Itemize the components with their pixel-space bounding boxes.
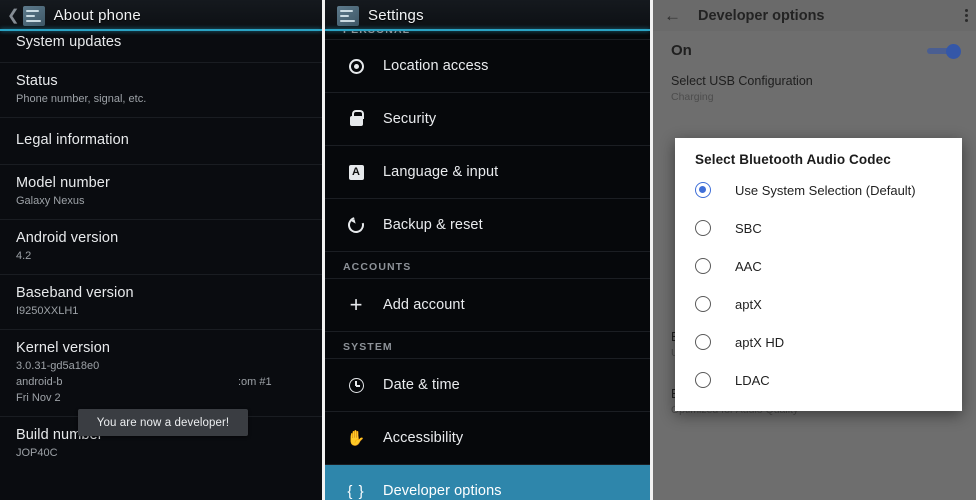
list-item-subtitle: Phone number, signal, etc.	[16, 93, 147, 105]
language-icon: A	[343, 164, 369, 180]
page-title: About phone	[53, 7, 141, 24]
select-bluetooth-audio-codec-dialog: Select Bluetooth Audio Codec Use System …	[675, 138, 962, 411]
radio-button-icon[interactable]	[695, 372, 711, 388]
clock-icon	[343, 377, 369, 393]
list-item-title: System updates	[16, 34, 122, 50]
settings-action-bar: Settings	[325, 0, 650, 31]
sidebar-item-developer-options[interactable]: { } Developer options	[325, 465, 650, 500]
sidebar-item-label: Backup & reset	[383, 217, 483, 233]
backup-reset-icon	[343, 214, 369, 236]
radio-button-icon[interactable]	[695, 220, 711, 236]
list-item-subtitle: 3.0.31-gd5a18e0	[16, 360, 100, 372]
toast-message: You are now a developer!	[96, 416, 230, 429]
lock-icon	[343, 110, 369, 126]
developer-toast: You are now a developer!	[78, 409, 248, 436]
radio-option-label: LDAC	[735, 372, 770, 388]
sidebar-item-label: Security	[383, 111, 437, 127]
braces-icon: { }	[347, 482, 365, 500]
sidebar-item-language-input[interactable]: A Language & input	[325, 146, 650, 199]
page-title: Settings	[368, 7, 424, 24]
page-title: Developer options	[698, 7, 825, 24]
sidebar-item-add-account[interactable]: + Add account	[325, 279, 650, 332]
radio-button-icon[interactable]	[695, 296, 711, 312]
hand-icon: ✋	[346, 429, 366, 447]
kernel-build-line: android-b :om #1	[16, 375, 308, 390]
kernel-date-line: Fri Nov 2	[16, 392, 61, 404]
list-item-title: Model number	[16, 175, 110, 191]
developer-options-app-bar: ← Developer options	[653, 0, 976, 31]
about-phone-action-bar: ❮ About phone	[0, 0, 322, 31]
radio-button-icon[interactable]	[695, 334, 711, 350]
radio-option-label: SBC	[735, 220, 762, 236]
plus-icon: +	[349, 292, 363, 317]
list-item-subtitle: 4.2	[16, 250, 32, 262]
location-icon	[343, 58, 369, 74]
list-item-subtitle: Galaxy Nexus	[16, 195, 85, 207]
about-phone-panel: ❮ About phone System updates Status Phon…	[0, 0, 322, 500]
developer-options-body: On Select USB Configuration Charging Blu…	[653, 31, 976, 500]
radio-option-use-system-selection[interactable]: Use System Selection (Default)	[675, 171, 962, 209]
screenshot-stage: ❮ About phone System updates Status Phon…	[0, 0, 976, 500]
settings-app-icon	[337, 5, 359, 26]
list-item-model-number[interactable]: Model number Galaxy Nexus	[0, 165, 322, 220]
sidebar-item-label: Developer options	[383, 483, 502, 499]
radio-option-label: aptX	[735, 296, 762, 312]
list-item-subtitle: Charging	[671, 91, 714, 103]
overflow-menu-icon[interactable]	[965, 9, 968, 22]
radio-option-ldac[interactable]: LDAC	[675, 361, 962, 399]
developer-options-master-toggle-row[interactable]: On	[653, 31, 976, 70]
sidebar-item-label: Accessibility	[383, 430, 464, 446]
radio-option-sbc[interactable]: SBC	[675, 209, 962, 247]
settings-app-icon	[22, 5, 45, 26]
list-item-title: Kernel version	[16, 340, 111, 356]
sidebar-item-label: Date & time	[383, 377, 460, 393]
sidebar-item-backup-reset[interactable]: Backup & reset	[325, 199, 650, 252]
radio-button-icon[interactable]	[695, 258, 711, 274]
radio-button-selected-icon[interactable]	[695, 182, 711, 198]
sidebar-item-security[interactable]: Security	[325, 93, 650, 146]
list-item-subtitle: JOP40C	[16, 447, 58, 459]
settings-list: PERSONAL Location access Security A Lang…	[325, 31, 650, 500]
sidebar-item-label: Language & input	[383, 164, 499, 180]
list-item-kernel-version[interactable]: Kernel version 3.0.31-gd5a18e0 android-b…	[0, 330, 322, 417]
radio-option-label: AAC	[735, 258, 762, 274]
radio-option-aptx-hd[interactable]: aptX HD	[675, 323, 962, 361]
list-item-select-usb-configuration[interactable]: Select USB Configuration Charging	[653, 70, 976, 105]
list-item-title: Baseband version	[16, 285, 134, 301]
list-item-legal-information[interactable]: Legal information	[0, 118, 322, 165]
kernel-build-right: :om #1	[238, 376, 272, 388]
list-item-subtitle: I9250XXLH1	[16, 305, 79, 317]
dialog-title: Select Bluetooth Audio Codec	[695, 152, 891, 167]
about-phone-list: System updates Status Phone number, sign…	[0, 31, 322, 471]
radio-option-label: Use System Selection (Default)	[735, 182, 916, 198]
radio-option-aptx[interactable]: aptX	[675, 285, 962, 323]
back-chevron-icon[interactable]: ❮	[7, 8, 20, 23]
section-header-label: PERSONAL	[343, 31, 410, 36]
list-item-status[interactable]: Status Phone number, signal, etc.	[0, 63, 322, 118]
section-header-accounts: ACCOUNTS	[325, 252, 650, 279]
list-item-title: Legal information	[16, 132, 129, 148]
sidebar-item-label: Location access	[383, 58, 489, 74]
kernel-build-left: android-b	[16, 376, 63, 388]
list-item-baseband-version[interactable]: Baseband version I9250XXLH1	[0, 275, 322, 330]
list-item-system-updates[interactable]: System updates	[0, 31, 322, 63]
developer-options-panel: ← Developer options On Select USB Config…	[653, 0, 976, 500]
radio-option-aac[interactable]: AAC	[675, 247, 962, 285]
sidebar-item-label: Add account	[383, 297, 465, 313]
arrow-back-icon[interactable]: ←	[664, 7, 681, 24]
section-header-personal-cut: PERSONAL	[325, 31, 650, 40]
list-item-title: Select USB Configuration	[671, 74, 813, 88]
sidebar-item-date-time[interactable]: Date & time	[325, 359, 650, 412]
sidebar-item-accessibility[interactable]: ✋ Accessibility	[325, 412, 650, 465]
sidebar-item-location-access[interactable]: Location access	[325, 40, 650, 93]
master-toggle-switch[interactable]	[927, 43, 961, 59]
toggle-label: On	[671, 42, 692, 59]
settings-panel: Settings PERSONAL Location access Securi…	[325, 0, 650, 500]
toggle-thumb	[946, 43, 961, 59]
list-item-title: Status	[16, 73, 58, 89]
section-header-system: SYSTEM	[325, 332, 650, 359]
radio-option-label: aptX HD	[735, 334, 785, 350]
list-item-android-version[interactable]: Android version 4.2	[0, 220, 322, 275]
list-item-title: Android version	[16, 230, 119, 246]
